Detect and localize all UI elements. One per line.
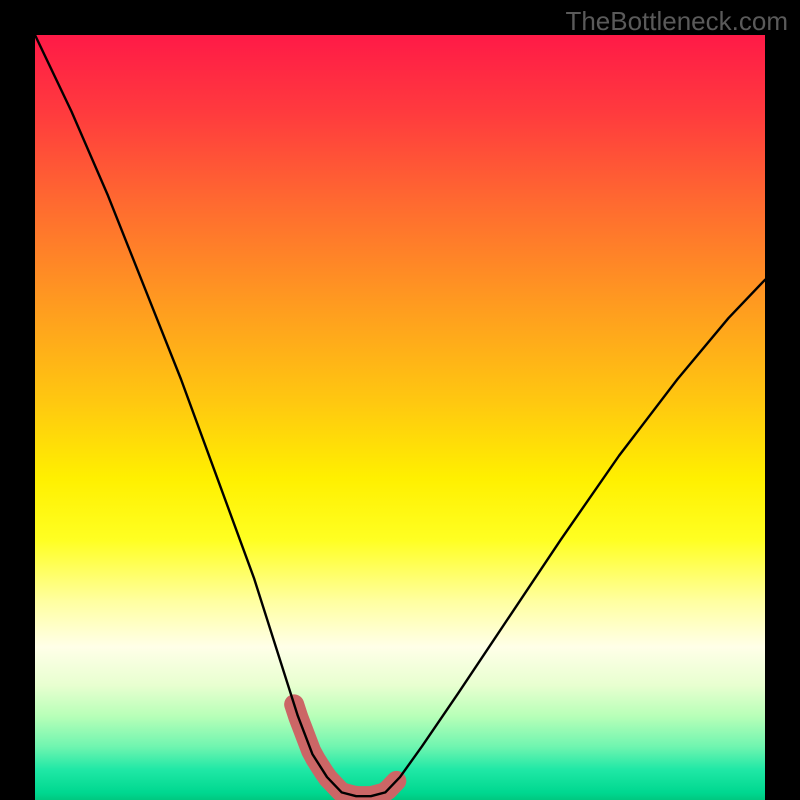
bottleneck-curve-path (35, 35, 765, 796)
chart-plot-area (35, 35, 765, 800)
watermark-text: TheBottleneck.com (565, 6, 788, 37)
bottleneck-curve-highlight (294, 704, 396, 796)
bottleneck-curve-svg (35, 35, 765, 800)
